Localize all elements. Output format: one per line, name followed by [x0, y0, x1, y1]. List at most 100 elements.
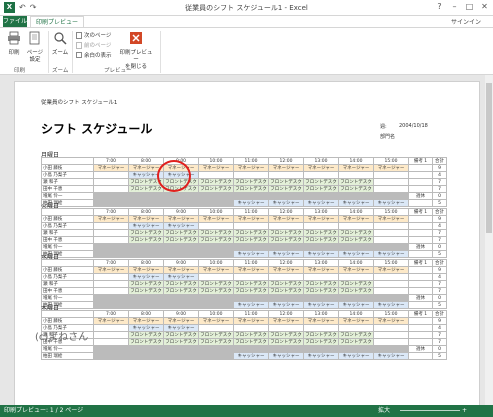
shift-cell — [93, 301, 129, 309]
tab-file[interactable]: ファイル — [3, 16, 27, 27]
note-cell — [408, 250, 433, 258]
shift-cell: フロントデスク — [338, 236, 374, 244]
employee-name: 瀬 和子 — [41, 178, 94, 186]
shift-cell: キャッシャー — [338, 250, 374, 258]
table-row: 小田 藤枝 マネージャー マネージャー マネージャー マネージャー マネージャー マネージャ… — [41, 317, 447, 325]
time-header: 8:00 — [128, 208, 164, 216]
shift-cell: マネージャー — [373, 317, 409, 325]
document-title: シフト スケジュール — [41, 122, 153, 136]
prev-page-label: 前のページ — [84, 43, 112, 49]
shift-cell: フロントデスク — [338, 229, 374, 237]
show-margins-checkbox[interactable]: 余白の表示 — [76, 51, 112, 59]
shift-cell: フロントデスク — [268, 280, 304, 288]
employee-name: 小島 乃梨子 — [41, 171, 94, 179]
shift-cell: キャッシャー — [128, 222, 164, 230]
total-cell: 5 — [432, 301, 447, 309]
shift-cell — [373, 280, 409, 288]
shift-cell — [338, 192, 374, 200]
schedule-table: 7:00 8:00 9:00 10:00 11:00 12:00 13:00 14:00 15:… — [41, 310, 447, 360]
note-header: 備考 1 — [408, 310, 433, 318]
vertical-scrollbar[interactable] — [485, 75, 493, 405]
note-cell: 週休 — [408, 192, 433, 200]
maximize-button[interactable]: □ — [463, 1, 476, 13]
shift-cell: キャッシャー — [268, 301, 304, 309]
total-cell: 7 — [432, 178, 447, 186]
zoom-button[interactable]: ズーム — [51, 31, 69, 57]
shift-cell: マネージャー — [268, 266, 304, 274]
shift-cell: キャッシャー — [373, 352, 409, 360]
zoom-slider[interactable] — [400, 410, 460, 411]
table-row: 田中 千恵 フロントデスク フロントデスク フロントデスク フロントデスク フロントデスク… — [41, 287, 447, 295]
note-header: 備考 1 — [408, 259, 433, 267]
zoom-in-icon[interactable]: + — [462, 405, 467, 417]
week-label: 週: — [380, 124, 387, 130]
next-page-button[interactable]: 次のページ — [76, 31, 111, 39]
time-header: 12:00 — [268, 208, 304, 216]
note-cell — [408, 324, 433, 332]
shift-cell — [163, 243, 199, 251]
note-cell — [408, 215, 433, 223]
close-preview-button[interactable]: 印刷プレビュー を閉じる — [118, 31, 154, 71]
minimize-button[interactable]: – — [448, 1, 461, 13]
total-cell: 9 — [432, 317, 447, 325]
shift-cell — [163, 352, 199, 360]
shift-cell: マネージャー — [198, 164, 234, 172]
shift-cell: キャッシャー — [233, 250, 269, 258]
shift-cell: マネージャー — [93, 164, 129, 172]
table-row: 増尾 伶一 週休 0 — [41, 345, 447, 353]
total-header: 合計 — [432, 259, 447, 267]
zoom-label: ズーム — [51, 50, 69, 56]
note-cell — [408, 317, 433, 325]
table-row: 瀬 和子 フロントデスク フロントデスク フロントデスク フロントデスク フロントデスクフ… — [41, 229, 447, 237]
shift-cell: マネージャー — [93, 215, 129, 223]
table-row: 田中 千恵 フロントデスク フロントデスク フロントデスク フロントデスク フロントデスク… — [41, 338, 447, 346]
shift-cell: フロントデスク — [268, 229, 304, 237]
table-row: 小島 乃梨子 キャッシャー キャッシャー 4 — [41, 324, 447, 332]
header-cell — [41, 259, 94, 267]
shift-cell: マネージャー — [303, 317, 339, 325]
note-cell — [408, 301, 433, 309]
next-page-label: 次のページ — [84, 33, 112, 39]
employee-name: 田中 千恵 — [41, 185, 94, 193]
scrollbar-thumb[interactable] — [486, 83, 492, 233]
shift-cell: フロントデスク — [198, 287, 234, 295]
time-header: 8:00 — [128, 157, 164, 165]
tab-print-preview[interactable]: 印刷プレビュー — [30, 16, 85, 27]
table-row: 柏田 瑞絵 キャッシャー キャッシャー キャッシャー キャッシャー キャッシャー 5 — [41, 250, 447, 258]
close-preview-icon — [130, 32, 142, 44]
shift-cell: フロントデスク — [303, 185, 339, 193]
shift-cell — [303, 345, 339, 353]
note-cell — [408, 222, 433, 230]
shift-cell — [198, 324, 234, 332]
shift-cell: フロントデスク — [303, 287, 339, 295]
shift-cell: フロントデスク — [128, 287, 164, 295]
help-button[interactable]: ? — [433, 1, 446, 13]
shift-cell — [373, 294, 409, 302]
page-setup-icon — [29, 31, 40, 45]
shift-cell: キャッシャー — [163, 273, 199, 281]
show-margins-label: 余白の表示 — [84, 53, 112, 59]
prev-page-button[interactable]: 前のページ — [76, 41, 111, 49]
shift-cell — [373, 273, 409, 281]
shift-cell: マネージャー — [303, 164, 339, 172]
shift-cell: フロントデスク — [163, 229, 199, 237]
shift-cell — [128, 199, 164, 207]
shift-cell — [93, 185, 129, 193]
total-cell: 4 — [432, 324, 447, 332]
shift-cell: フロントデスク — [163, 331, 199, 339]
page-setup-button[interactable]: ページ 設定 — [24, 31, 46, 64]
time-header: 14:00 — [338, 208, 374, 216]
zoom-status[interactable]: 拡大 — [378, 405, 390, 417]
signin-link[interactable]: サインイン — [451, 17, 481, 26]
shift-cell: キャッシャー — [303, 199, 339, 207]
time-header: 15:00 — [373, 208, 409, 216]
shift-cell — [233, 171, 269, 179]
shift-cell — [93, 250, 129, 258]
shift-cell: フロントデスク — [128, 236, 164, 244]
shift-cell: フロントデスク — [268, 287, 304, 295]
print-button[interactable]: 印刷 — [5, 31, 23, 57]
note-cell — [408, 266, 433, 274]
close-button[interactable]: ✕ — [478, 1, 491, 13]
employee-name: 増尾 伶一 — [41, 192, 94, 200]
shift-cell — [268, 345, 304, 353]
